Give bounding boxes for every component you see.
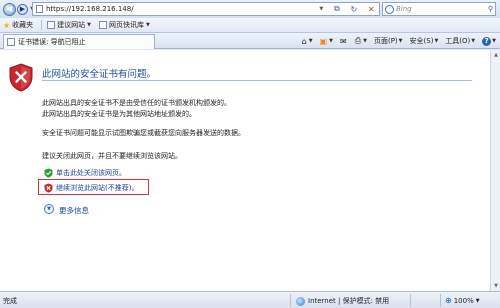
- certificate-error-page: 此网站的安全证书有问题。 此网站出具的安全证书不是由受信任的证书颁发机构颁发的。…: [0, 50, 490, 291]
- green-shield-check-icon: [44, 168, 53, 178]
- favorites-separator: [41, 20, 43, 30]
- home-button[interactable]: ⌂ ▼: [302, 37, 313, 46]
- address-bar: ◀ ▶ ▼ https://192.168.216.148/ ▼ ⧉ ↻ ✕ B…: [0, 0, 500, 18]
- tab-title: 证书错误: 导航已阻止: [18, 38, 86, 46]
- help-menu[interactable]: ? ▼: [482, 36, 496, 46]
- mail-button[interactable]: ✉: [340, 37, 348, 46]
- page-menu-label: 页面(P): [373, 37, 398, 45]
- search-provider-icon: [385, 4, 394, 14]
- status-divider: [290, 294, 291, 307]
- chevron-down-icon: ▼: [492, 38, 496, 44]
- url-actions: ▼ ⧉ ↻ ✕: [314, 2, 380, 16]
- print-button[interactable]: ⎙ ▼: [355, 36, 367, 46]
- page-icon: [99, 21, 108, 29]
- back-button[interactable]: ◀: [3, 2, 16, 16]
- status-text: 完成: [3, 297, 17, 305]
- chevron-down-icon: ▼: [475, 297, 480, 304]
- home-icon: ⌂: [301, 36, 307, 46]
- favorite-suggested-sites[interactable]: 建议网站 ▼: [47, 20, 91, 30]
- chevron-down-icon: ▼: [363, 38, 367, 44]
- search-icon[interactable]: ⚲: [488, 5, 493, 13]
- tools-menu-label: 工具(O): [445, 37, 471, 45]
- status-bar: 完成 Internet | 保护模式: 禁用 ⊕ 100% ▼: [0, 291, 500, 308]
- url-text[interactable]: https://192.168.216.148/: [46, 5, 134, 13]
- vertical-scrollbar[interactable]: ▲ ▼: [490, 50, 500, 291]
- refresh-icon[interactable]: ↻: [350, 5, 357, 14]
- search-placeholder[interactable]: Bing: [396, 5, 412, 13]
- page-icon: [47, 21, 56, 29]
- forward-button[interactable]: ▶: [17, 3, 28, 15]
- chevron-down-icon: ▼: [308, 38, 313, 44]
- globe-icon: [296, 296, 305, 306]
- printer-icon: ⎙: [354, 36, 362, 45]
- more-info-link[interactable]: 更多信息: [59, 205, 89, 216]
- feeds-button[interactable]: ▣ ▼: [320, 37, 333, 46]
- favorites-button[interactable]: ★ 收藏夹: [3, 20, 33, 30]
- zoom-level: 100%: [453, 296, 474, 305]
- title-divider: [42, 80, 472, 81]
- security-zone[interactable]: Internet | 保护模式: 禁用: [296, 296, 389, 306]
- url-dropdown-icon[interactable]: ▼: [319, 6, 323, 12]
- expand-down-icon[interactable]: ▼: [44, 204, 54, 214]
- chevron-down-icon: ▼: [146, 22, 150, 28]
- chevron-down-icon: ▼: [329, 38, 334, 44]
- stop-icon[interactable]: ✕: [368, 5, 375, 14]
- page-icon: [36, 5, 43, 13]
- status-divider: [410, 294, 411, 307]
- scroll-up-icon[interactable]: ▲: [492, 51, 500, 59]
- star-icon: ★: [3, 20, 11, 30]
- zone-label: Internet | 保护模式: 禁用: [308, 297, 390, 305]
- scroll-down-icon[interactable]: ▼: [492, 282, 500, 290]
- continue-to-website-link[interactable]: 继续浏览此网站(不推荐)。: [56, 183, 138, 193]
- reason-name-mismatch: 此网站出具的安全证书是为其他网站地址颁发的。: [42, 110, 196, 118]
- compat-view-icon[interactable]: ⧉: [334, 4, 340, 14]
- zoom-icon: ⊕: [445, 296, 452, 305]
- risk-description: 安全证书问题可能显示试图欺骗您或截获您向服务器发送的数据。: [42, 129, 245, 137]
- command-bar: ⌂ ▼ ▣ ▼ ✉ ⎙ ▼ 页面(P) ▼ 安全(S) ▼ 工具(O) ▼ ? …: [295, 35, 496, 47]
- favorite-label: 网页快讯库: [109, 21, 145, 29]
- chevron-down-icon: ▼: [471, 38, 476, 44]
- tools-menu[interactable]: 工具(O) ▼: [445, 36, 475, 46]
- shield-error-icon: [9, 63, 33, 92]
- favorites-bar: ★ 收藏夹 建议网站 ▼ 网页快讯库 ▼: [0, 18, 500, 33]
- status-divider: [440, 294, 441, 307]
- search-box[interactable]: Bing ⚲: [382, 2, 496, 16]
- tab-bar: 证书错误: 导航已阻止 ⌂ ▼ ▣ ▼ ✉ ⎙ ▼ 页面(P) ▼ 安全(S) …: [0, 33, 500, 49]
- tab-active[interactable]: 证书错误: 导航已阻止: [3, 34, 155, 49]
- favorite-web-slice-gallery[interactable]: 网页快讯库 ▼: [99, 20, 150, 30]
- feed-icon: ▣: [319, 36, 328, 46]
- zoom-control[interactable]: ⊕ 100% ▼: [445, 296, 480, 305]
- mail-icon: ✉: [340, 36, 347, 46]
- favorites-label: 收藏夹: [12, 21, 34, 29]
- page-menu[interactable]: 页面(P) ▼: [374, 36, 403, 46]
- chevron-down-icon: ▼: [398, 38, 403, 44]
- page-title: 此网站的安全证书有问题。: [42, 69, 157, 80]
- reason-untrusted-ca: 此网站出具的安全证书不是由受信任的证书颁发机构颁发的。: [42, 99, 231, 107]
- safety-menu-label: 安全(S): [409, 37, 434, 45]
- help-icon: ?: [482, 36, 492, 46]
- recommendation-text: 建议关闭此网页，并且不要继续浏览该网站。: [42, 152, 182, 160]
- chevron-down-icon: ▼: [434, 38, 439, 44]
- close-page-link[interactable]: 单击此处关闭该网页。: [56, 168, 126, 178]
- tab-page-icon: [7, 38, 15, 46]
- safety-menu[interactable]: 安全(S) ▼: [410, 36, 439, 46]
- favorite-label: 建议网站: [57, 21, 86, 29]
- chevron-down-icon: ▼: [87, 22, 92, 28]
- red-shield-x-icon: [44, 183, 53, 193]
